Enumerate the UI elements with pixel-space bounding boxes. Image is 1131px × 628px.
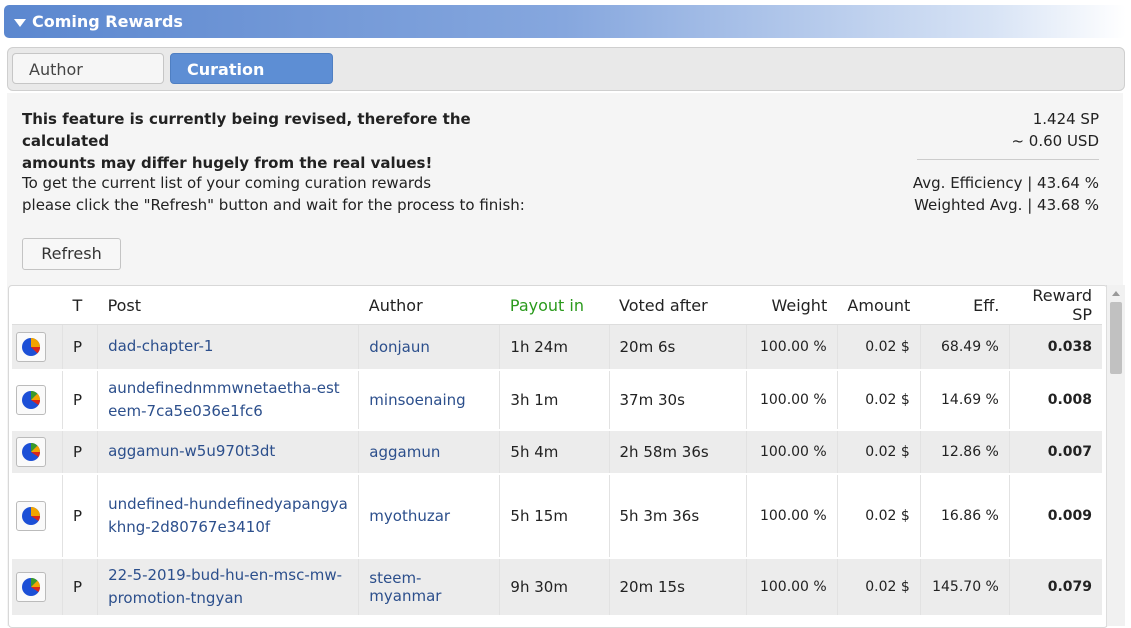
table-scrollbar[interactable]	[1106, 285, 1125, 626]
pie-chart-icon[interactable]	[16, 331, 46, 362]
revision-notice: This feature is currently being revised,…	[22, 108, 542, 174]
table-row: P dad-chapter-1 donjaun 1h 24m 20m 6s 10…	[12, 324, 1102, 371]
voted-cell: 2h 58m 36s	[608, 429, 747, 475]
pie-chart-icon[interactable]	[16, 571, 46, 602]
type-cell: P	[62, 324, 98, 371]
table-row: P undefined-hundefinedyapangyakhng-2d807…	[12, 473, 1102, 559]
icon-cell	[12, 557, 63, 617]
col-amount[interactable]: Amount	[837, 286, 921, 325]
summary-divider	[917, 159, 1099, 160]
type-cell: P	[62, 429, 98, 475]
table-row: P 22-5-2019-bud-hu-en-msc-mw-promotion-t…	[12, 557, 1102, 617]
pie-chart-icon[interactable]	[16, 500, 46, 531]
weight-cell: 100.00 %	[745, 369, 838, 431]
reward-cell: 0.008	[1008, 369, 1102, 431]
total-usd: ~ 0.60 USD	[1011, 132, 1099, 150]
col-payout[interactable]: Payout in	[499, 286, 610, 325]
icon-cell	[12, 324, 63, 371]
voted-cell: 37m 30s	[608, 369, 747, 431]
author-link[interactable]: myothuzar	[358, 473, 500, 559]
reward-cell: 0.079	[1008, 557, 1102, 617]
scrollbar-thumb[interactable]	[1110, 302, 1122, 374]
curation-rewards-table: T Post Author Payout in Voted after Weig…	[8, 285, 1108, 628]
weight-cell: 100.00 %	[745, 324, 838, 371]
col-type[interactable]: T	[62, 286, 98, 325]
collapse-triangle-icon	[14, 19, 26, 27]
amount-cell: 0.02 $	[836, 473, 921, 559]
weighted-avg: Weighted Avg. | 43.68 %	[914, 196, 1099, 214]
instructions-line-1: To get the current list of your coming c…	[22, 174, 432, 192]
table-row: P aggamun-w5u970t3dt aggamun 5h 4m 2h 58…	[12, 429, 1102, 475]
payout-cell: 3h 1m	[499, 369, 610, 431]
reward-cell: 0.007	[1008, 429, 1102, 475]
notice-line-2: amounts may differ hugely from the real …	[22, 154, 433, 172]
type-cell: P	[62, 557, 98, 617]
efficiency-summary: Avg. Efficiency | 43.64 % Weighted Avg. …	[913, 172, 1099, 216]
payout-cell: 1h 24m	[499, 324, 610, 371]
icon-cell	[12, 429, 63, 475]
voted-cell: 20m 15s	[608, 557, 747, 617]
author-link[interactable]: donjaun	[358, 324, 500, 371]
col-reward-sp[interactable]: Reward SP	[1009, 286, 1102, 325]
table-row: P aundefinednmmwnetaetha-esteem-7ca5e036…	[12, 369, 1102, 431]
type-cell: P	[62, 369, 98, 431]
post-link[interactable]: 22-5-2019-bud-hu-en-msc-mw-promotion-tng…	[97, 557, 359, 617]
amount-cell: 0.02 $	[836, 369, 921, 431]
col-author[interactable]: Author	[358, 286, 500, 325]
payout-cell: 5h 15m	[499, 473, 610, 559]
reward-cell: 0.009	[1008, 473, 1102, 559]
total-sp: 1.424 SP	[1032, 110, 1099, 128]
post-link[interactable]: aggamun-w5u970t3dt	[97, 429, 359, 475]
weight-cell: 100.00 %	[745, 557, 838, 617]
avg-efficiency: Avg. Efficiency | 43.64 %	[912, 174, 1099, 192]
col-voted-after[interactable]: Voted after	[609, 286, 747, 325]
col-icon	[12, 286, 63, 325]
amount-cell: 0.02 $	[836, 557, 921, 617]
post-link[interactable]: aundefinednmmwnetaetha-esteem-7ca5e036e1…	[97, 369, 359, 431]
eff-cell: 68.49 %	[919, 324, 1010, 371]
icon-cell	[12, 369, 63, 431]
tab-curation-rewards[interactable]: Curation Rewards	[170, 53, 333, 110]
payout-cell: 9h 30m	[499, 557, 610, 617]
reward-total: 1.424 SP ~ 0.60 USD	[1011, 108, 1099, 152]
pie-chart-icon[interactable]	[16, 384, 46, 415]
payout-cell: 5h 4m	[499, 429, 610, 475]
instructions-line-2: please click the "Refresh" button and wa…	[22, 196, 525, 214]
table-header-row: T Post Author Payout in Voted after Weig…	[12, 286, 1102, 325]
scroll-up-arrow-icon[interactable]	[1112, 291, 1120, 296]
voted-cell: 5h 3m 36s	[608, 473, 747, 559]
voted-cell: 20m 6s	[608, 324, 747, 371]
col-eff[interactable]: Eff.	[920, 286, 1010, 325]
tab-bar: Author Rewards Curation Rewards	[7, 47, 1125, 110]
refresh-button[interactable]: Refresh	[22, 238, 121, 270]
pie-chart-icon[interactable]	[16, 436, 46, 467]
post-link[interactable]: dad-chapter-1	[97, 324, 359, 371]
col-post[interactable]: Post	[97, 286, 359, 325]
amount-cell: 0.02 $	[836, 429, 921, 475]
section-title: Coming Rewards	[32, 12, 183, 31]
post-link[interactable]: undefined-hundefinedyapangyakhng-2d80767…	[97, 473, 359, 559]
amount-cell: 0.02 $	[836, 324, 921, 371]
coming-rewards-header[interactable]: Coming Rewards	[4, 5, 1126, 38]
weight-cell: 100.00 %	[745, 429, 838, 475]
notice-line-1: This feature is currently being revised,…	[22, 110, 471, 150]
author-link[interactable]: steem-myanmar	[358, 557, 500, 617]
eff-cell: 14.69 %	[919, 369, 1010, 431]
type-cell: P	[62, 473, 98, 559]
weight-cell: 100.00 %	[745, 473, 838, 559]
reward-cell: 0.038	[1008, 324, 1102, 371]
author-link[interactable]: minsoenaing	[358, 369, 500, 431]
tab-author-rewards[interactable]: Author Rewards	[12, 53, 164, 110]
eff-cell: 145.70 %	[919, 557, 1010, 617]
eff-cell: 12.86 %	[919, 429, 1010, 475]
refresh-instructions: To get the current list of your coming c…	[22, 172, 582, 216]
eff-cell: 16.86 %	[919, 473, 1010, 559]
icon-cell	[12, 473, 63, 559]
col-weight[interactable]: Weight	[746, 286, 838, 325]
author-link[interactable]: aggamun	[358, 429, 500, 475]
